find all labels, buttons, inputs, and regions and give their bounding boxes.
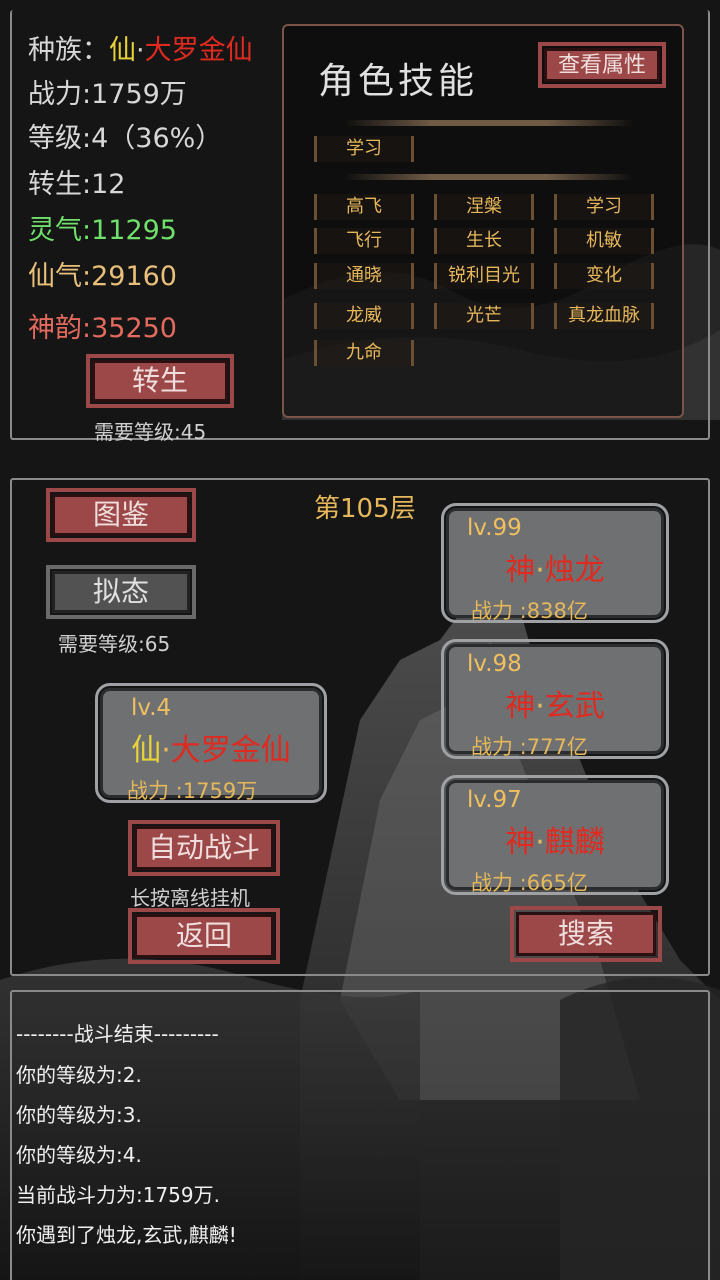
race-prefix: 仙 <box>109 35 136 66</box>
power-label: 战力 <box>28 79 82 110</box>
enemy-beast-name: 麒麟 <box>544 825 605 860</box>
skill-chip[interactable]: 龙威 <box>314 303 414 329</box>
auto-battle-button[interactable]: 自动战斗 <box>128 820 280 876</box>
search-button[interactable]: 搜索 <box>510 906 662 962</box>
auto-battle-hint: 长按离线挂机 <box>130 886 250 910</box>
rebirth-value: :12 <box>82 169 126 200</box>
player-race-name: 大罗金仙 <box>170 733 291 768</box>
enemy-beast-name: 烛龙 <box>544 553 605 588</box>
rebirth-button[interactable]: 转生 <box>86 354 234 408</box>
log-line: 你遇到了烛龙,玄武,麒麟! <box>16 1223 237 1247</box>
enemy-power: 战力 :838亿 <box>471 599 588 623</box>
enemy-prefix: 神 <box>505 553 536 588</box>
shenyun-label: 神韵 <box>28 313 82 344</box>
player-name: 仙·大罗金仙 <box>131 733 291 768</box>
enemy-power: 战力 :665亿 <box>471 871 588 895</box>
skill-chip[interactable]: 涅槃 <box>434 194 534 220</box>
player-power: 战力 :1759万 <box>127 779 258 803</box>
mimic-requirement: 需要等级:65 <box>58 632 171 656</box>
skills-divider-top <box>344 120 634 126</box>
enemy-name: 神·烛龙 <box>505 553 605 588</box>
player-card[interactable]: lv.4 仙·大罗金仙 战力 :1759万 <box>95 683 327 803</box>
skill-chip[interactable]: 变化 <box>554 263 654 289</box>
race-name: 大罗金仙 <box>144 35 253 66</box>
skill-chip[interactable]: 九命 <box>314 340 414 366</box>
enemy-card-qilin[interactable]: lv.97 神·麒麟 战力 :665亿 <box>441 775 669 895</box>
enemy-name: 神·麒麟 <box>505 825 605 860</box>
enemy-level: lv.99 <box>467 515 522 541</box>
skill-chip[interactable]: 锐利目光 <box>434 263 534 289</box>
log-line: 你的等级为:2. <box>16 1063 142 1087</box>
log-line: 你的等级为:3. <box>16 1103 142 1127</box>
power-stat: 战力:1759万 <box>28 78 187 112</box>
log-line: 当前战斗力为:1759万. <box>16 1183 220 1207</box>
enemy-card-xuanwu[interactable]: lv.98 神·玄武 战力 :777亿 <box>441 639 669 759</box>
skill-chip[interactable]: 高飞 <box>314 194 414 220</box>
power-value: :1759万 <box>82 79 187 110</box>
floor-label: 第105层 <box>314 494 416 524</box>
log-line: 你的等级为:4. <box>16 1143 142 1167</box>
enemy-name: 神·玄武 <box>505 689 605 724</box>
skills-title: 角色技能 <box>318 61 479 102</box>
lingqi-label: 灵气 <box>28 215 82 246</box>
lingqi-value: :11295 <box>82 215 177 246</box>
back-button[interactable]: 返回 <box>128 908 280 964</box>
enemy-beast-name: 玄武 <box>544 689 605 724</box>
learn-skill-chip[interactable]: 学习 <box>314 136 414 162</box>
rebirth-stat: 转生:12 <box>28 168 125 202</box>
player-prefix: 仙 <box>131 733 162 768</box>
level-stat: 等级:4（36%） <box>28 122 222 156</box>
enemy-level: lv.97 <box>467 787 522 813</box>
level-label: 等级 <box>28 123 82 154</box>
level-value: :4（36%） <box>82 123 223 154</box>
lingqi-stat: 灵气:11295 <box>28 214 177 248</box>
skill-chip[interactable]: 学习 <box>554 194 654 220</box>
codex-button[interactable]: 图鉴 <box>46 488 196 542</box>
shenyun-stat: 神韵:35250 <box>28 312 177 346</box>
xianqi-value: :29160 <box>82 261 177 292</box>
enemy-prefix: 神 <box>505 689 536 724</box>
skill-chip[interactable]: 机敏 <box>554 228 654 254</box>
log-line: --------战斗结束--------- <box>16 1022 219 1046</box>
shenyun-value: :35250 <box>82 313 177 344</box>
xianqi-stat: 仙气:29160 <box>28 260 177 294</box>
skill-chip[interactable]: 光芒 <box>434 303 534 329</box>
view-attributes-button[interactable]: 查看属性 <box>538 42 666 88</box>
mimic-button[interactable]: 拟态 <box>46 565 196 619</box>
rebirth-label: 转生 <box>28 169 82 200</box>
skill-chip[interactable]: 真龙血脉 <box>554 303 654 329</box>
skill-chip[interactable]: 通晓 <box>314 263 414 289</box>
skills-divider-bottom <box>344 174 634 180</box>
race-stat: 种族：仙·大罗金仙 <box>28 35 253 66</box>
xianqi-label: 仙气 <box>28 261 82 292</box>
rebirth-requirement: 需要等级:45 <box>94 420 207 444</box>
race-label: 种族 <box>28 35 82 66</box>
skill-chip[interactable]: 飞行 <box>314 228 414 254</box>
skill-chip[interactable]: 生长 <box>434 228 534 254</box>
enemy-power: 战力 :777亿 <box>471 735 588 759</box>
enemy-prefix: 神 <box>505 825 536 860</box>
player-level: lv.4 <box>131 695 172 721</box>
skills-panel: 角色技能 查看属性 学习 高飞 涅槃 学习 飞行 生长 机敏 通晓 锐利目光 变… <box>282 24 684 418</box>
enemy-level: lv.98 <box>467 651 522 677</box>
enemy-card-zhulong[interactable]: lv.99 神·烛龙 战力 :838亿 <box>441 503 669 623</box>
